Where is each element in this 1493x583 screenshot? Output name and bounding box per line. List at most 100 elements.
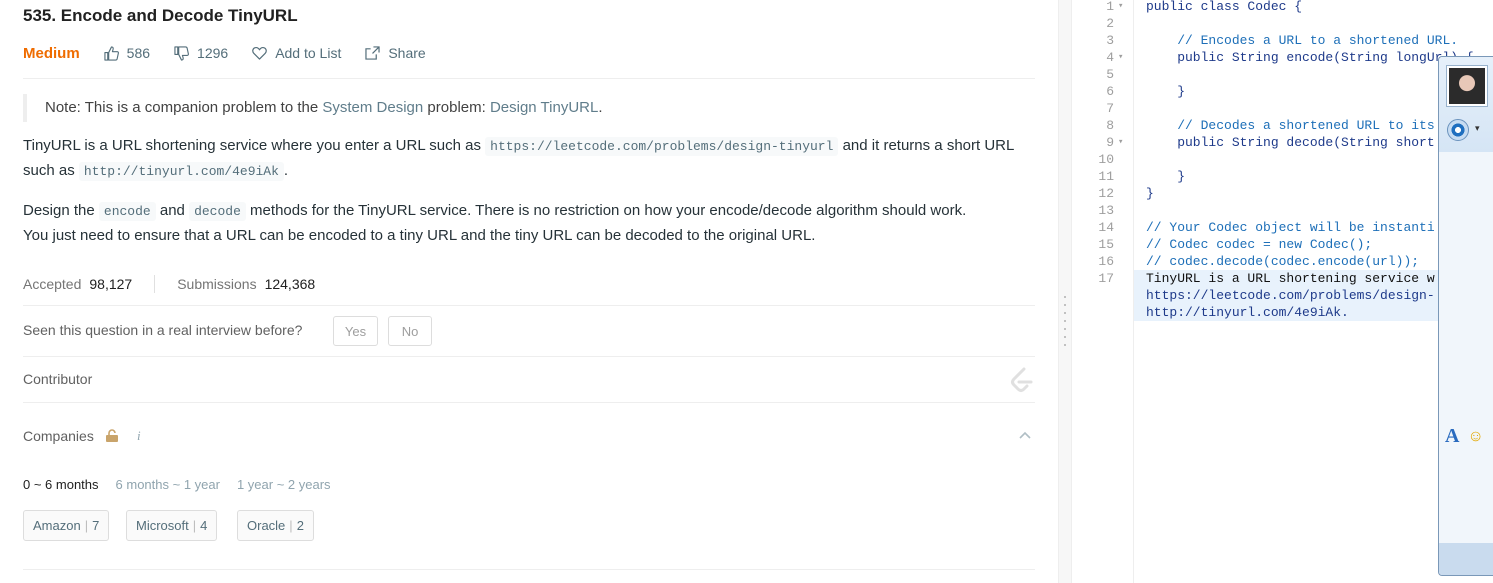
line-number: 16 [1098,254,1114,269]
line-number: 1 [1106,0,1114,14]
code-line[interactable]: public class Codec { [1146,0,1302,15]
divider [23,356,1035,357]
dislike-button[interactable]: 1296 [174,45,228,61]
line-number: 12 [1098,186,1114,201]
line-number: 3 [1106,33,1114,48]
avatar[interactable] [1446,65,1488,107]
tab-0-6-months[interactable]: 0 ~ 6 months [23,477,99,495]
webcam-icon[interactable] [1447,119,1469,141]
like-count: 586 [126,45,151,61]
grip-dot [1064,328,1066,330]
text: and [155,202,190,219]
company-chip-oracle[interactable]: Oracle | 2 [237,510,314,541]
description-paragraph-1: TinyURL is a URL shortening service wher… [23,134,1035,184]
contributor-label: Contributor [23,371,93,387]
code-line[interactable]: TinyURL is a URL shortening service w [1146,270,1435,287]
note-text: . [598,99,603,116]
thumbs-up-icon [104,45,119,61]
companies-label[interactable]: Companies [23,428,94,444]
leetcode-logo-icon [1011,367,1033,392]
text: such as [23,162,79,179]
interview-no-button[interactable]: No [388,316,432,346]
code-short-url: http://tinyurl.com/4e9iAk [78,162,284,181]
code-line[interactable]: http://tinyurl.com/4e9iAk. [1146,304,1349,321]
company-name: Oracle [247,518,286,533]
emoji-icon[interactable]: ☺ [1467,428,1483,446]
text: TinyURL is a URL shortening service wher… [23,137,486,154]
code-line[interactable]: // Decodes a shortened URL to its [1146,117,1434,134]
company-count: 7 [92,518,100,533]
line-number: 8 [1106,118,1114,133]
company-chip-microsoft[interactable]: Microsoft | 4 [126,510,218,541]
fold-toggle-icon[interactable]: ▾ [1118,0,1123,15]
info-icon[interactable]: i [137,428,141,444]
panel-splitter-handle[interactable] [1058,0,1072,583]
share-label: Share [388,45,426,61]
chat-toolbar: A ☺ [1445,425,1484,448]
chevron-down-icon[interactable]: ▾ [1475,123,1480,134]
stats-separator [154,275,156,293]
code-line[interactable]: // Encodes a URL to a shortened URL. [1146,32,1458,49]
code-encode: encode [98,202,156,221]
code-line[interactable]: public String encode(String longUrl) { [1146,49,1473,66]
fold-toggle-icon[interactable]: ▾ [1118,49,1123,66]
code-line[interactable]: // codec.decode(codec.encode(url)); [1146,253,1419,270]
interview-yes-button[interactable]: Yes [333,316,378,346]
accepted-label: Accepted [23,276,82,292]
chevron-up-icon[interactable] [1019,431,1031,440]
share-button[interactable]: Share [365,45,426,61]
line-number: 2 [1106,16,1114,31]
code-line[interactable]: } [1146,83,1185,100]
lock-icon [106,429,118,442]
line-number: 5 [1106,67,1114,82]
tab-1-2-years[interactable]: 1 year ~ 2 years [237,477,331,495]
line-number: 7 [1106,101,1114,116]
code-line[interactable]: public String decode(String short [1146,134,1434,151]
chip-separator: | [84,518,89,533]
add-to-list-button[interactable]: Add to List [252,45,341,61]
line-number: 15 [1098,237,1114,252]
difficulty-badge: Medium [23,44,80,62]
avatar-image [1449,68,1485,104]
problem-title: 535. Encode and Decode TinyURL [23,6,298,25]
submissions-label: Submissions [177,276,257,292]
text: You just need to ensure that a URL can b… [23,227,816,244]
chip-separator: | [289,518,293,533]
system-design-link[interactable]: System Design [322,99,423,116]
note-text: problem: [423,99,490,116]
text: and it returns a short URL [838,137,1015,154]
divider [23,569,1035,570]
line-number: 13 [1098,203,1114,218]
design-tinyurl-link[interactable]: Design TinyURL [490,99,598,116]
code-decode: decode [189,202,246,221]
tab-6-months-1-year[interactable]: 6 months ~ 1 year [116,477,220,495]
line-number: 14 [1098,220,1114,235]
font-icon[interactable]: A [1445,425,1459,448]
note-text: Note: This is a companion problem to the [45,99,323,116]
code-line[interactable]: https://leetcode.com/problems/design- [1146,287,1435,304]
companies-time-tabs: 0 ~ 6 months 6 months ~ 1 year 1 year ~ … [23,477,348,495]
submission-stats: Accepted 98,127 Submissions 124,368 [23,274,315,294]
problem-meta-bar: Medium 586 1296 Add to List Share [23,44,450,62]
grip-dot [1064,320,1066,322]
company-count: 2 [296,518,304,533]
like-button[interactable]: 586 [104,45,150,61]
chat-input-area[interactable] [1439,543,1493,575]
code-line[interactable]: } [1146,168,1185,185]
code-line[interactable]: // Your Codec object will be instanti [1146,219,1435,236]
dislike-count: 1296 [197,45,229,61]
divider [23,78,1035,79]
code-line[interactable]: // Codec codec = new Codec(); [1146,236,1372,253]
problem-description-panel: 535. Encode and Decode TinyURL Medium 58… [0,0,1058,583]
chat-widget[interactable]: ▾ A ☺ [1438,56,1493,576]
chip-separator: | [192,518,197,533]
text: methods for the TinyURL service. There i… [245,202,967,219]
code-editor[interactable]: 1 ▾ 2 3 4 ▾ 5 6 7 8 9 ▾ 10 11 12 13 14 15 16 17 public clas… [1072,0,1493,583]
company-name: Amazon [33,518,81,533]
fold-toggle-icon[interactable]: ▾ [1118,134,1123,151]
add-to-list-label: Add to List [275,45,342,61]
grip-dot [1064,296,1066,298]
line-number: 17 [1098,271,1114,286]
code-line[interactable]: } [1146,185,1154,202]
company-chip-amazon[interactable]: Amazon | 7 [23,510,110,541]
